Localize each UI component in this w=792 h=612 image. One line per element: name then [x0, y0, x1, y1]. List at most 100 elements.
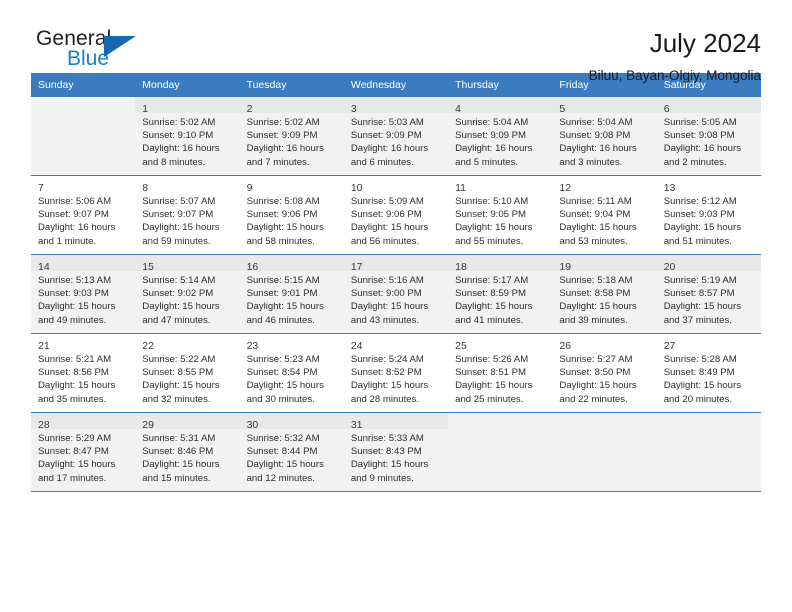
daylight-text: Daylight: 16 hours: [142, 143, 220, 155]
calendar-day-cell[interactable]: 26 Sunrise: 5:27 AM Sunset: 8:50 PM Dayligh…: [552, 333, 657, 413]
day-details: Sunrise: 5:05 AM Sunset: 9:08 PM Daylight:…: [657, 113, 761, 169]
weekday-header-thursday: Thursday: [448, 73, 553, 97]
calendar-empty-cell: [31, 97, 136, 176]
sunrise-text: Sunrise: 5:18 AM: [559, 275, 633, 286]
calendar-day-cell[interactable]: 28 Sunrise: 5:29 AM Sunset: 8:47 PM Dayligh…: [31, 412, 136, 492]
daylight-text-cont: and 17 minutes.: [38, 472, 107, 484]
sunset-text: Sunset: 8:58 PM: [559, 288, 631, 300]
daylight-text: Daylight: 15 hours: [350, 380, 429, 392]
calendar-day-cell[interactable]: 20 Sunrise: 5:19 AM Sunset: 8:57 PM Dayligh…: [656, 254, 761, 334]
day-number: 9: [246, 182, 253, 194]
calendar-day-cell[interactable]: 11 Sunrise: 5:10 AM Sunset: 9:05 PM Dayligh…: [448, 175, 553, 255]
sunset-text: Sunset: 9:06 PM: [246, 209, 318, 221]
daylight-text: Daylight: 15 hours: [350, 301, 429, 313]
calendar-day-cell[interactable]: 18 Sunrise: 5:17 AM Sunset: 8:59 PM Dayligh…: [448, 254, 553, 334]
daylight-text: Daylight: 15 hours: [38, 459, 116, 471]
calendar-day-cell[interactable]: 19 Sunrise: 5:18 AM Sunset: 8:58 PM Dayligh…: [552, 254, 657, 334]
day-number-bar: 17: [343, 255, 449, 273]
sunrise-text: Sunrise: 5:04 AM: [559, 117, 633, 128]
calendar-day-cell[interactable]: 7 Sunrise: 5:06 AM Sunset: 9:07 PM Daylight…: [31, 175, 136, 255]
daylight-text: Daylight: 15 hours: [38, 301, 116, 313]
daylight-text: Daylight: 15 hours: [559, 380, 637, 392]
sunrise-text: Sunrise: 5:22 AM: [142, 354, 216, 365]
daylight-text-cont: and 2 minutes.: [663, 156, 727, 168]
day-details: Sunrise: 5:08 AM Sunset: 9:06 PM Daylight:…: [240, 192, 344, 248]
day-number-bar: 22: [135, 334, 239, 352]
day-details: Sunrise: 5:02 AM Sunset: 9:10 PM Daylight:…: [135, 113, 239, 169]
daylight-text: Daylight: 15 hours: [38, 380, 116, 392]
calendar-day-cell[interactable]: 27 Sunrise: 5:28 AM Sunset: 8:49 PM Dayligh…: [656, 333, 761, 413]
calendar-day-cell[interactable]: 21 Sunrise: 5:21 AM Sunset: 8:56 PM Dayligh…: [31, 333, 136, 413]
calendar-day-cell[interactable]: 25 Sunrise: 5:26 AM Sunset: 8:51 PM Dayligh…: [448, 333, 553, 413]
calendar-day-cell[interactable]: 23 Sunrise: 5:23 AM Sunset: 8:54 PM Dayligh…: [239, 333, 344, 413]
day-number: 20: [663, 261, 676, 273]
sunset-text: Sunset: 9:00 PM: [350, 288, 422, 300]
day-cell-content: 1 Sunrise: 5:02 AM Sunset: 9:10 PM Daylight…: [135, 97, 240, 175]
calendar-day-cell[interactable]: 29 Sunrise: 5:31 AM Sunset: 8:46 PM Dayligh…: [135, 412, 240, 492]
calendar-day-cell[interactable]: 22 Sunrise: 5:22 AM Sunset: 8:55 PM Dayligh…: [135, 333, 240, 413]
calendar-day-cell[interactable]: 24 Sunrise: 5:24 AM Sunset: 8:52 PM Dayligh…: [343, 333, 449, 413]
day-number: 31: [350, 419, 363, 431]
day-details: Sunrise: 5:04 AM Sunset: 9:09 PM Daylight:…: [448, 113, 552, 169]
sunset-text: Sunset: 8:47 PM: [38, 446, 109, 458]
daylight-text-cont: and 20 minutes.: [663, 393, 732, 405]
sunrise-text: Sunrise: 5:10 AM: [455, 196, 529, 207]
sunrise-text: Sunrise: 5:16 AM: [350, 275, 424, 286]
day-cell-content: 24 Sunrise: 5:24 AM Sunset: 8:52 PM Dayligh…: [344, 334, 448, 412]
sunrise-text: Sunrise: 5:17 AM: [455, 275, 529, 286]
calendar-day-cell[interactable]: 16 Sunrise: 5:15 AM Sunset: 9:01 PM Dayligh…: [239, 254, 344, 334]
sunset-text: Sunset: 8:49 PM: [663, 367, 735, 379]
day-number: 7: [38, 182, 44, 194]
calendar-day-cell[interactable]: 14 Sunrise: 5:13 AM Sunset: 9:03 PM Dayligh…: [31, 254, 136, 334]
calendar-day-cell[interactable]: 17 Sunrise: 5:16 AM Sunset: 9:00 PM Dayligh…: [343, 254, 449, 334]
sunset-text: Sunset: 9:04 PM: [559, 209, 631, 221]
day-number: 22: [142, 340, 154, 352]
calendar-day-cell[interactable]: 8 Sunrise: 5:07 AM Sunset: 9:07 PM Daylight…: [135, 175, 240, 255]
calendar-day-cell[interactable]: 5 Sunrise: 5:04 AM Sunset: 9:08 PM Daylight…: [552, 97, 657, 176]
daylight-text-cont: and 30 minutes.: [246, 393, 315, 405]
calendar-day-cell[interactable]: 9 Sunrise: 5:08 AM Sunset: 9:06 PM Daylight…: [239, 175, 344, 255]
calendar-day-cell[interactable]: 3 Sunrise: 5:03 AM Sunset: 9:09 PM Daylight…: [343, 97, 449, 176]
calendar-day-cell[interactable]: 2 Sunrise: 5:02 AM Sunset: 9:09 PM Daylight…: [239, 97, 344, 176]
calendar-day-cell[interactable]: 13 Sunrise: 5:12 AM Sunset: 9:03 PM Dayligh…: [656, 175, 761, 255]
calendar-day-cell[interactable]: 6 Sunrise: 5:05 AM Sunset: 9:08 PM Daylight…: [656, 97, 761, 176]
day-cell-content: 20 Sunrise: 5:19 AM Sunset: 8:57 PM Dayligh…: [656, 255, 761, 333]
day-details: Sunrise: 5:27 AM Sunset: 8:50 PM Daylight:…: [552, 350, 656, 406]
sunrise-text: Sunrise: 5:11 AM: [559, 196, 632, 207]
sunset-text: Sunset: 8:54 PM: [246, 367, 318, 379]
sunset-text: Sunset: 9:01 PM: [246, 288, 318, 300]
day-cell-content: 8 Sunrise: 5:07 AM Sunset: 9:07 PM Daylight…: [135, 176, 239, 254]
calendar-day-cell[interactable]: 30 Sunrise: 5:32 AM Sunset: 8:44 PM Dayligh…: [239, 412, 344, 492]
sunrise-text: Sunrise: 5:29 AM: [38, 433, 112, 444]
calendar-day-cell[interactable]: 15 Sunrise: 5:14 AM Sunset: 9:02 PM Dayligh…: [135, 254, 240, 334]
daylight-text: Daylight: 16 hours: [559, 143, 637, 155]
day-number: 23: [246, 340, 259, 352]
calendar-day-cell[interactable]: 12 Sunrise: 5:11 AM Sunset: 9:04 PM Dayligh…: [552, 175, 657, 255]
daylight-text-cont: and 7 minutes.: [246, 156, 310, 168]
sunset-text: Sunset: 9:06 PM: [350, 209, 422, 221]
calendar-day-cell[interactable]: 1 Sunrise: 5:02 AM Sunset: 9:10 PM Daylight…: [135, 97, 240, 176]
triangle-icon: [104, 36, 136, 57]
day-cell-content: 5 Sunrise: 5:04 AM Sunset: 9:08 PM Daylight…: [552, 97, 657, 175]
sunrise-text: Sunrise: 5:32 AM: [246, 433, 320, 444]
calendar-day-cell[interactable]: 10 Sunrise: 5:09 AM Sunset: 9:06 PM Dayligh…: [343, 175, 449, 255]
page-title: July 2024: [649, 28, 761, 58]
day-number: 25: [455, 340, 467, 352]
day-cell-content: 19 Sunrise: 5:18 AM Sunset: 8:58 PM Dayligh…: [552, 255, 657, 333]
day-details: Sunrise: 5:31 AM Sunset: 8:46 PM Daylight:…: [135, 429, 239, 485]
sunrise-text: Sunrise: 5:02 AM: [246, 117, 320, 128]
day-cell-content: 25 Sunrise: 5:26 AM Sunset: 8:51 PM Dayligh…: [448, 334, 552, 412]
sunset-text: Sunset: 9:09 PM: [350, 130, 422, 142]
day-number-bar: 16: [239, 255, 344, 273]
calendar-day-cell[interactable]: 4 Sunrise: 5:04 AM Sunset: 9:09 PM Daylight…: [448, 97, 553, 176]
day-number: 29: [142, 419, 154, 431]
calendar-day-cell[interactable]: 31 Sunrise: 5:33 AM Sunset: 8:43 PM Dayligh…: [343, 412, 449, 492]
sunrise-text: Sunrise: 5:33 AM: [350, 433, 424, 444]
daylight-text: Daylight: 16 hours: [350, 143, 429, 155]
day-details: Sunrise: 5:14 AM Sunset: 9:02 PM Daylight:…: [135, 271, 239, 327]
day-cell-content: 2 Sunrise: 5:02 AM Sunset: 9:09 PM Daylight…: [239, 97, 344, 175]
daylight-text-cont: and 25 minutes.: [455, 393, 524, 405]
day-cell-content: 29 Sunrise: 5:31 AM Sunset: 8:46 PM Dayligh…: [135, 413, 240, 491]
day-details: Sunrise: 5:10 AM Sunset: 9:05 PM Daylight:…: [448, 192, 552, 248]
sunrise-text: Sunrise: 5:14 AM: [142, 275, 216, 286]
